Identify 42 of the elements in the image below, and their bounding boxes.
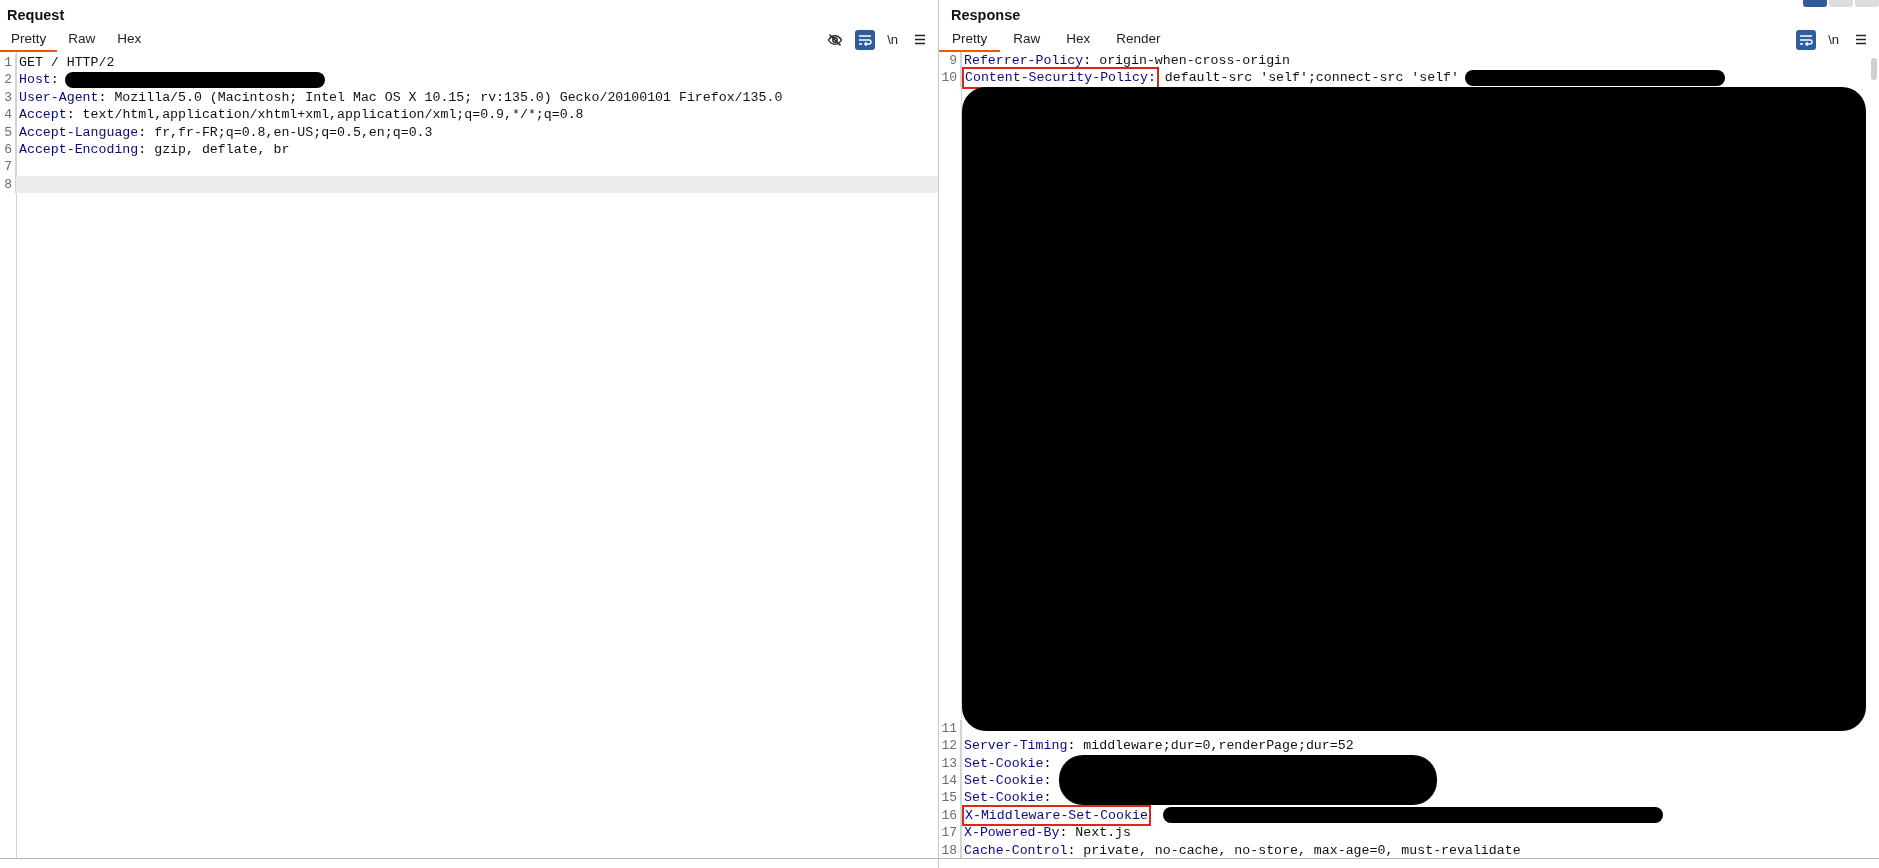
- header-value: Next.js: [1074, 824, 1131, 842]
- line-number: 15: [939, 789, 961, 807]
- header-name: Host:: [19, 71, 59, 89]
- highlighted-header-name: Content-Security-Policy:: [964, 69, 1157, 87]
- newline-toggle[interactable]: \n: [885, 32, 900, 47]
- header-name: Set-Cookie:: [964, 771, 1052, 790]
- line-number: 12: [939, 737, 961, 755]
- view-tab[interactable]: Raw: [57, 27, 107, 52]
- line-number: 17: [939, 824, 961, 842]
- header-name: Referrer-Policy:: [964, 52, 1092, 70]
- header-value: middleware;dur=0,renderPage;dur=52: [1082, 737, 1354, 755]
- header-name: Set-Cookie:: [964, 754, 1052, 772]
- view-tab[interactable]: Hex: [106, 27, 153, 52]
- header-name: User-Agent:: [19, 88, 107, 107]
- request-line: GET / HTTP/2: [19, 54, 115, 72]
- header-name: Server-Timing:: [964, 737, 1076, 755]
- header-value: private, no-cache, no-store, max-age=0, must-revalidate: [1082, 841, 1521, 858]
- header-name: Accept-Language:: [19, 123, 147, 141]
- header-value: origin-when-cross-origin: [1098, 52, 1291, 70]
- header-name: Accept:: [19, 106, 75, 124]
- view-tab[interactable]: Raw: [1000, 27, 1054, 52]
- panel-title: Request: [7, 7, 65, 23]
- header-value: fr,fr-FR;q=0.8,en-US;q=0.5,en;q=0.3: [153, 123, 433, 141]
- line-number: 10: [939, 69, 961, 87]
- view-tab[interactable]: Pretty: [0, 27, 58, 52]
- header-value: text/html,application/xhtml+xml,application/xml;q=0.9,*/*;q=0.8: [81, 106, 584, 124]
- newline-toggle[interactable]: \n: [1826, 32, 1841, 47]
- header-name: Accept-Encoding:: [19, 140, 147, 159]
- header-value: gzip, deflate, br: [153, 140, 290, 159]
- wrap-lines-icon[interactable]: [855, 29, 876, 50]
- header-name: Set-Cookie:: [964, 789, 1052, 807]
- header-name: Cache-Control:: [964, 841, 1076, 858]
- panel-title: Response: [951, 7, 1021, 23]
- header-value: default-src 'self';connect-src 'self': [1163, 69, 1459, 87]
- wrap-lines-icon[interactable]: [1796, 29, 1817, 50]
- line-number: 11: [939, 719, 961, 738]
- header-name: X-Powered-By:: [964, 824, 1068, 842]
- view-tab[interactable]: Render: [1103, 27, 1174, 52]
- view-tab[interactable]: Hex: [1053, 27, 1104, 52]
- highlighted-header-name: X-Middleware-Set-Cookie: [964, 806, 1149, 825]
- header-value: Mozilla/5.0 (Macintosh; Intel Mac OS X 10.15; rv:135.0) Gecko/20100101 Firefox/135.0: [113, 88, 783, 107]
- scrollbar-thumb[interactable]: [1871, 58, 1877, 80]
